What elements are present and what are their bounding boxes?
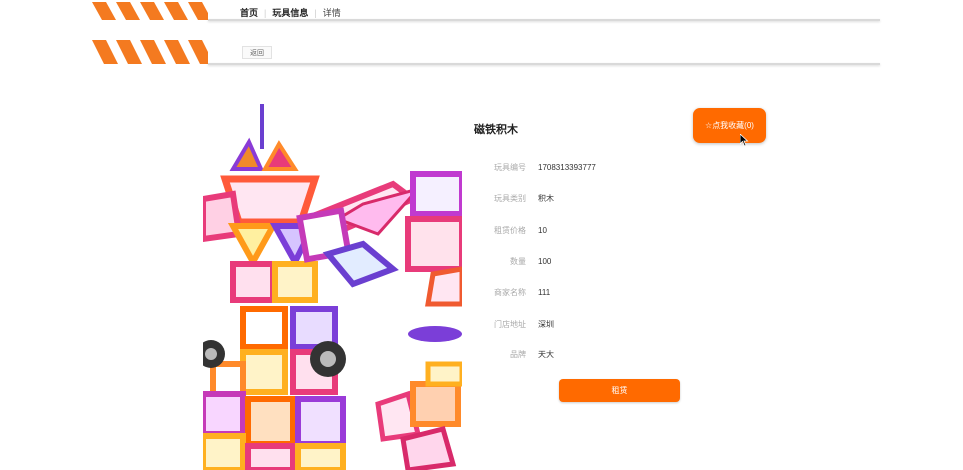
field-row-toy-id: 玩具编号 1708313393777 — [474, 160, 596, 174]
field-label: 数量 — [510, 256, 526, 266]
field-value: 积木 — [538, 193, 554, 203]
sub-nav-bar — [92, 38, 880, 66]
product-title: 磁铁积木 — [474, 124, 518, 136]
field-label: 品牌 — [510, 349, 526, 359]
field-label: 门店地址 — [494, 319, 526, 329]
field-value: 天大 — [538, 349, 554, 359]
field-row-category: 玩具类别 积木 — [474, 191, 554, 205]
product-image — [203, 104, 462, 470]
field-value: 1708313393777 — [538, 162, 596, 172]
field-value: 深圳 — [538, 319, 554, 329]
rent-button[interactable]: 租赁 — [559, 379, 680, 402]
sub-bar-divider — [208, 63, 880, 65]
field-value: 10 — [538, 225, 547, 235]
top-nav-bar — [92, 0, 880, 22]
toy-robot-image-icon — [203, 104, 462, 470]
stripe-decoration-icon — [92, 2, 208, 20]
top-bar-divider — [208, 19, 880, 21]
breadcrumb-home[interactable]: 首页 — [240, 6, 258, 19]
field-label: 玩具编号 — [494, 162, 526, 172]
breadcrumb-separator: | — [314, 7, 317, 18]
field-row-quantity: 数量 100 — [474, 254, 551, 268]
mouse-cursor-icon — [740, 134, 749, 146]
field-row-store-address: 门店地址 深圳 — [474, 317, 554, 331]
field-row-brand: 品牌 天大 — [474, 347, 554, 361]
breadcrumb-separator: | — [264, 7, 267, 18]
back-button[interactable]: 返回 — [242, 46, 272, 59]
field-label: 商家名称 — [494, 287, 526, 297]
breadcrumb: 首页 | 玩具信息 | 详情 — [240, 6, 341, 19]
field-value: 100 — [538, 256, 552, 266]
field-row-rental-price: 租赁价格 10 — [474, 223, 547, 237]
field-value: 111 — [538, 287, 551, 297]
stripe-decoration-icon — [92, 40, 208, 64]
field-label: 玩具类别 — [494, 193, 526, 203]
field-row-merchant: 商家名称 111 — [474, 285, 550, 299]
field-label: 租赁价格 — [494, 225, 526, 235]
breadcrumb-detail: 详情 — [322, 8, 341, 18]
breadcrumb-toy-info[interactable]: 玩具信息 — [272, 6, 308, 19]
favorite-button[interactable]: ☆点我收藏(0) — [693, 108, 766, 143]
